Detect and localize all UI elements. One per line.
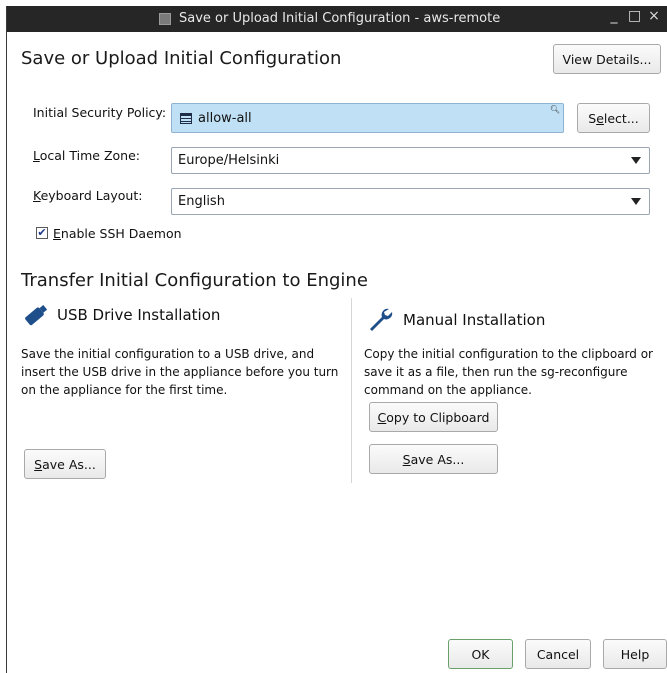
minimize-button[interactable]: _ — [608, 8, 620, 24]
keyboard-select[interactable]: English — [171, 188, 650, 215]
usb-line-3: on the appliance for the first time. — [21, 383, 228, 397]
timezone-label-post: ocal Time Zone: — [39, 148, 140, 163]
transfer-title: Transfer Initial Configuration to Engine — [21, 270, 368, 291]
ssh-label: Enable SSH Daemon — [53, 226, 182, 241]
usb-save-label-mnemonic: S — [34, 456, 43, 472]
maximize-button[interactable]: □ — [628, 8, 641, 24]
keyboard-label: Keyboard Layout: — [33, 188, 142, 203]
keyboard-label-post: eyboard Layout: — [40, 188, 143, 203]
wrench-icon — [370, 308, 393, 331]
policy-value: allow-all — [198, 110, 252, 126]
cancel-button[interactable]: Cancel — [525, 639, 591, 669]
ssh-checkbox[interactable]: ✔ — [36, 227, 48, 239]
keyboard-value: English — [178, 194, 225, 209]
policy-table-icon — [180, 112, 192, 124]
policy-label: Initial Security Policy: — [33, 105, 167, 120]
select-policy-button[interactable]: Se lect... — [577, 103, 650, 133]
window-controls: _ □ × — [608, 8, 660, 24]
timezone-label: Local Time Zone: — [33, 148, 140, 163]
usb-heading: USB Drive Installation — [23, 303, 220, 327]
select-label-post: lect... — [603, 110, 639, 126]
chevron-down-icon — [631, 198, 641, 205]
usb-save-as-button[interactable]: Save As... — [24, 449, 106, 479]
manual-save-as-button[interactable]: Save As... — [369, 444, 498, 474]
manual-heading: Manual Installation — [367, 306, 545, 334]
manual-save-label-post: ave As... — [410, 451, 465, 467]
copy-label-post: opy to Clipboard — [386, 409, 490, 425]
usb-line-1: Save the initial configuration to a USB … — [21, 347, 315, 361]
ok-button[interactable]: OK — [448, 639, 513, 669]
dialog-window: Save or Upload Initial Configuration - a… — [6, 6, 667, 673]
copy-to-clipboard-button[interactable]: Copy to Clipboard — [369, 402, 498, 432]
manual-save-label-mnemonic: S — [402, 451, 411, 467]
select-label-pre: S — [588, 110, 597, 126]
manual-description: Copy the initial configuration to the cl… — [364, 345, 653, 399]
manual-line-1: Copy the initial configuration to the cl… — [364, 347, 653, 361]
ssh-label-post: nable SSH Daemon — [60, 226, 182, 241]
usb-save-label-post: ave As... — [42, 456, 96, 472]
manual-line-3: command on the appliance. — [364, 383, 532, 397]
title-wrap: Save or Upload Initial Configuration - a… — [159, 11, 500, 26]
search-icon: 🔍︎ — [549, 105, 560, 114]
policy-field[interactable]: allow-all 🔍︎ — [171, 103, 564, 133]
usb-drive-icon — [25, 304, 48, 326]
select-label-mnemonic: e — [596, 110, 604, 126]
keyboard-label-mnemonic: K — [33, 188, 41, 203]
title-bar[interactable]: Save or Upload Initial Configuration - a… — [7, 6, 667, 32]
manual-title: Manual Installation — [403, 311, 546, 329]
usb-title: USB Drive Installation — [57, 306, 221, 324]
usb-line-2: insert the USB drive in the appliance be… — [21, 365, 339, 379]
timezone-select[interactable]: Europe/Helsinki — [171, 147, 650, 174]
window-title: Save or Upload Initial Configuration - a… — [179, 11, 501, 26]
timezone-value: Europe/Helsinki — [178, 153, 280, 168]
timezone-label-mnemonic: L — [33, 148, 40, 163]
help-button[interactable]: Help — [603, 639, 667, 669]
usb-description: Save the initial configuration to a USB … — [21, 345, 338, 399]
view-details-button[interactable]: View Details... — [553, 44, 661, 74]
manual-line-2: save it as a file, then run the sg-recon… — [364, 365, 628, 379]
section-divider — [351, 298, 352, 483]
close-button[interactable]: × — [648, 8, 660, 24]
chevron-down-icon — [631, 157, 641, 164]
page-title: Save or Upload Initial Configuration — [21, 48, 342, 69]
ssh-label-mnemonic: E — [53, 226, 61, 241]
copy-label-mnemonic: C — [377, 409, 387, 425]
window-icon — [159, 12, 171, 25]
